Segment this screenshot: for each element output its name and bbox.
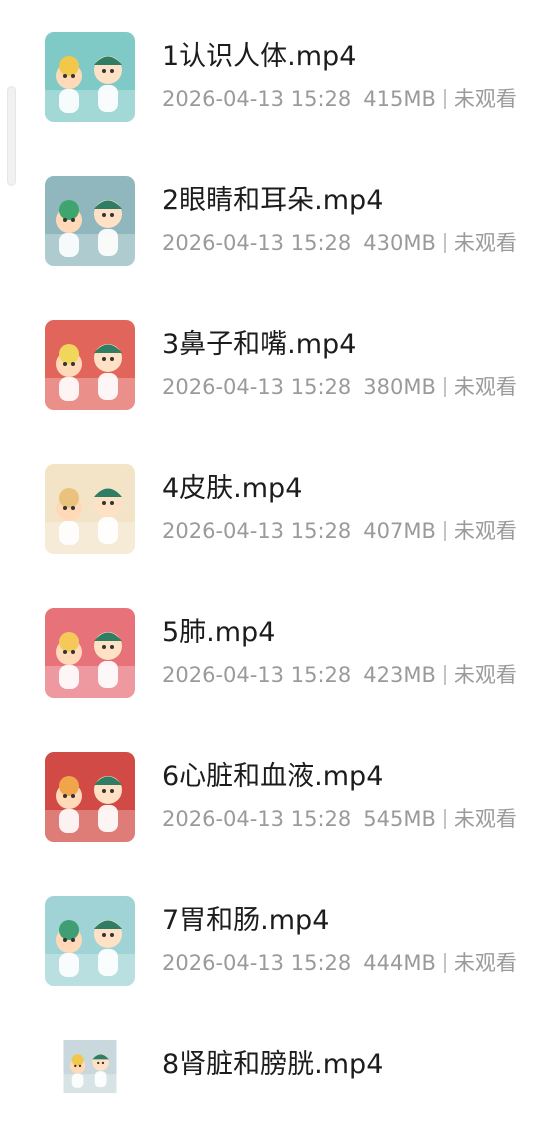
cartoon-thumbnail-icon: [45, 752, 135, 842]
cartoon-thumbnail-icon: [45, 608, 135, 698]
video-file-meta: 2026-04-13 15:28 415MB 未观看: [162, 85, 517, 113]
video-file-size: 380MB: [363, 375, 436, 399]
video-file-name: 4皮肤.mp4: [162, 473, 303, 504]
meta-separator: [443, 665, 446, 685]
video-file-name: 3鼻子和嘴.mp4: [162, 329, 357, 360]
watch-status: 未观看: [453, 519, 517, 543]
video-file-meta: 2026-04-13 15:28 380MB 未观看: [162, 373, 517, 401]
video-file-size: 423MB: [363, 663, 436, 687]
watch-status: 未观看: [453, 375, 517, 399]
video-file-meta: 2026-04-13 15:28 430MB 未观看: [162, 229, 517, 257]
video-file-name: 6心脏和血液.mp4: [162, 761, 384, 792]
meta-separator: [443, 953, 446, 973]
video-file-row[interactable]: 6心脏和血液.mp4 2026-04-13 15:28 545MB 未观看: [0, 720, 550, 842]
meta-separator: [443, 377, 446, 397]
video-thumbnail[interactable]: [45, 464, 135, 554]
video-file-name: 8肾脏和膀胱.mp4: [162, 1049, 384, 1080]
video-file-name: 1认识人体.mp4: [162, 41, 357, 72]
video-file-name: 7胃和肠.mp4: [162, 905, 330, 936]
meta-separator: [443, 89, 446, 109]
cartoon-thumbnail-icon: [63, 1040, 117, 1093]
video-file-meta: 2026-04-13 15:28 407MB 未观看: [162, 517, 517, 545]
meta-separator: [443, 521, 446, 541]
video-thumbnail[interactable]: [45, 32, 135, 122]
video-file-date: 2026-04-13 15:28: [162, 87, 352, 111]
video-file-size: 430MB: [363, 231, 436, 255]
video-file-size: 407MB: [363, 519, 436, 543]
watch-status: 未观看: [453, 951, 517, 975]
video-file-date: 2026-04-13 15:28: [162, 375, 352, 399]
video-thumbnail[interactable]: [45, 896, 135, 986]
video-file-date: 2026-04-13 15:28: [162, 807, 352, 831]
cartoon-thumbnail-icon: [45, 320, 135, 410]
video-file-meta: 2026-04-13 15:28 423MB 未观看: [162, 661, 517, 689]
meta-separator: [443, 809, 446, 829]
video-thumbnail[interactable]: [45, 752, 135, 842]
video-file-meta: 2026-04-13 15:28 444MB 未观看: [162, 949, 517, 977]
video-file-row[interactable]: 3鼻子和嘴.mp4 2026-04-13 15:28 380MB 未观看: [0, 288, 550, 410]
video-file-size: 545MB: [363, 807, 436, 831]
video-file-date: 2026-04-13 15:28: [162, 231, 352, 255]
video-file-size: 415MB: [363, 87, 436, 111]
video-file-row[interactable]: 1认识人体.mp4 2026-04-13 15:28 415MB 未观看: [0, 0, 550, 122]
video-file-name: 5肺.mp4: [162, 617, 276, 648]
video-thumbnail[interactable]: [45, 608, 135, 698]
watch-status: 未观看: [453, 87, 517, 111]
watch-status: 未观看: [453, 807, 517, 831]
video-file-date: 2026-04-13 15:28: [162, 663, 352, 687]
video-file-row[interactable]: 8肾脏和膀胱.mp4: [0, 1008, 550, 1108]
video-thumbnail[interactable]: [45, 1040, 135, 1093]
video-file-size: 444MB: [363, 951, 436, 975]
video-file-date: 2026-04-13 15:28: [162, 519, 352, 543]
meta-separator: [443, 233, 446, 253]
cartoon-thumbnail-icon: [45, 32, 135, 122]
watch-status: 未观看: [453, 663, 517, 687]
cartoon-thumbnail-icon: [45, 896, 135, 986]
video-file-row[interactable]: 5肺.mp4 2026-04-13 15:28 423MB 未观看: [0, 576, 550, 698]
video-thumbnail[interactable]: [45, 320, 135, 410]
video-file-row[interactable]: 7胃和肠.mp4 2026-04-13 15:28 444MB 未观看: [0, 864, 550, 986]
cartoon-thumbnail-icon: [45, 176, 135, 266]
video-file-row[interactable]: 4皮肤.mp4 2026-04-13 15:28 407MB 未观看: [0, 432, 550, 554]
video-file-row[interactable]: 2眼睛和耳朵.mp4 2026-04-13 15:28 430MB 未观看: [0, 144, 550, 266]
cartoon-thumbnail-icon: [45, 464, 135, 554]
video-file-name: 2眼睛和耳朵.mp4: [162, 185, 384, 216]
video-file-meta: 2026-04-13 15:28 545MB 未观看: [162, 805, 517, 833]
video-thumbnail[interactable]: [45, 176, 135, 266]
video-file-date: 2026-04-13 15:28: [162, 951, 352, 975]
watch-status: 未观看: [453, 231, 517, 255]
video-file-list-screen: 1认识人体.mp4 2026-04-13 15:28 415MB 未观看 2眼睛…: [0, 0, 550, 1123]
file-list: 1认识人体.mp4 2026-04-13 15:28 415MB 未观看 2眼睛…: [0, 0, 550, 1123]
